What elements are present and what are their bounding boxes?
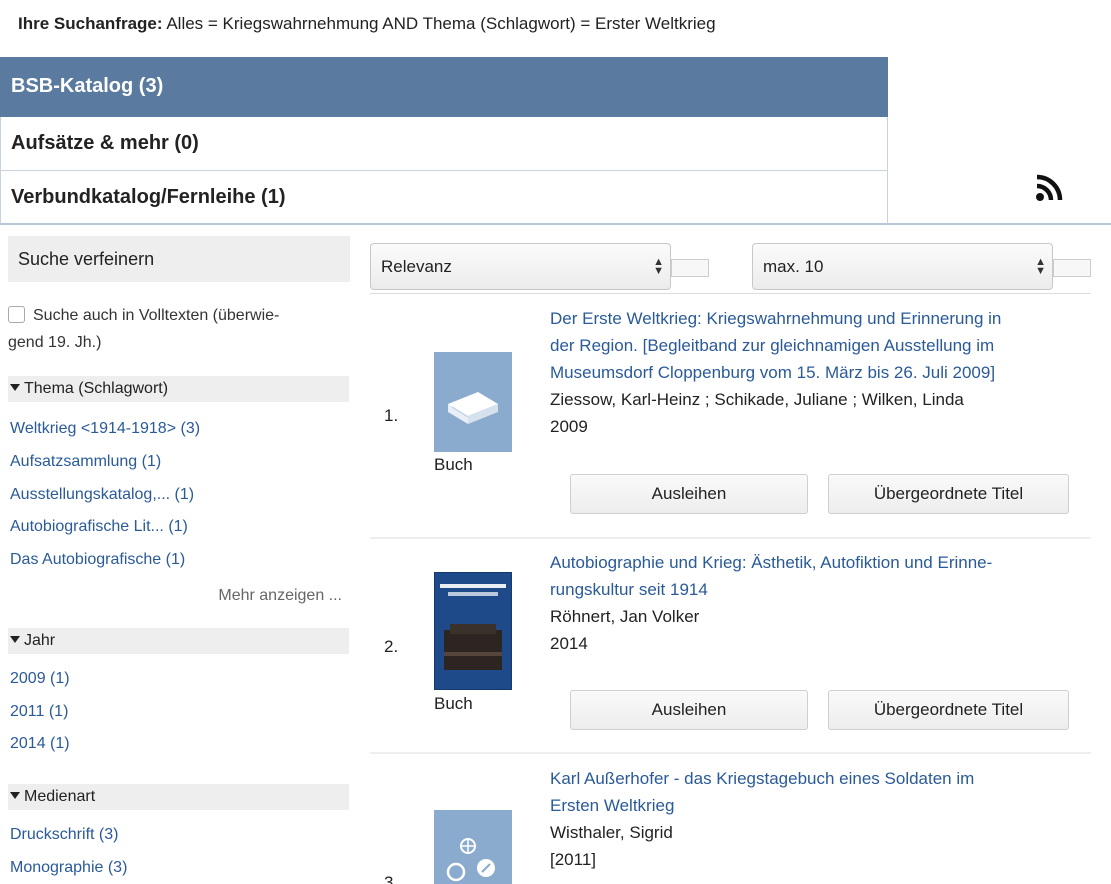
facet-item-2009[interactable]: 2009 (1) xyxy=(10,670,70,688)
max-results-select[interactable]: max. 10 ▲ ▼ xyxy=(752,243,1053,290)
sort-direction-toggle[interactable] xyxy=(671,259,709,277)
parent-titles-button[interactable]: Übergeordnete Titel xyxy=(828,474,1069,514)
book-cover-image[interactable] xyxy=(434,572,512,690)
facet-item-ausstellungskatalog[interactable]: Ausstellungskatalog,... (1) xyxy=(10,486,194,504)
title-line[interactable]: Der Erste Weltkrieg: Kriegswahrnehmung u… xyxy=(550,305,1085,332)
result-number: 2. xyxy=(384,637,399,656)
tab-aufsaetze[interactable]: Aufsätze & mehr (0) xyxy=(0,117,888,171)
controls-divider xyxy=(370,293,1091,294)
fulltext-label-2[interactable]: gend 19. Jh.) xyxy=(8,329,348,356)
facet-medienart-label: Medienart xyxy=(24,788,96,805)
tab-bsb-katalog[interactable]: BSB-Katalog (3) xyxy=(0,57,888,117)
result-item: 1. Buch Der Erste Weltkrieg: Kriegswahrn… xyxy=(370,305,1091,537)
result-divider xyxy=(370,537,1091,539)
facet-item-aufsatzsammlung[interactable]: Aufsatzsammlung (1) xyxy=(10,453,161,471)
catalog-tabs: BSB-Katalog (3) Aufsätze & mehr (0) Verb… xyxy=(0,57,888,225)
result-title-link[interactable]: Der Erste Weltkrieg: Kriegswahrnehmung u… xyxy=(550,305,1085,386)
result-type: Buch xyxy=(434,455,473,474)
sort-value: Relevanz xyxy=(381,256,452,276)
result-authors: Wisthaler, Sigrid xyxy=(550,823,673,842)
result-year: [2011] xyxy=(550,850,597,869)
title-line[interactable]: Ersten Weltkrieg xyxy=(550,792,1085,819)
result-divider xyxy=(370,752,1091,754)
facet-thema-header[interactable]: Thema (Schlagwort) xyxy=(8,376,349,402)
select-arrows-icon: ▲ ▼ xyxy=(653,256,664,277)
facet-medienart-header[interactable]: Medienart xyxy=(8,784,349,810)
parent-titles-button[interactable]: Übergeordnete Titel xyxy=(828,690,1069,730)
fulltext-label-1[interactable]: Suche auch in Volltexten (überwie- xyxy=(33,307,279,324)
facet-jahr-header[interactable]: Jahr xyxy=(8,628,349,654)
sort-select[interactable]: Relevanz ▲ ▼ xyxy=(370,243,671,290)
facet-item-autobiografische-lit[interactable]: Autobiografische Lit... (1) xyxy=(10,518,188,536)
tabs-divider xyxy=(0,223,1111,225)
query-text: Alles = Kriegswahrnehmung AND Thema (Sch… xyxy=(162,14,716,33)
book-icon[interactable] xyxy=(434,352,512,452)
triangle-down-icon xyxy=(10,384,20,391)
triangle-down-icon xyxy=(10,636,20,643)
result-year: 2014 xyxy=(550,634,588,653)
result-title-link[interactable]: Karl Außerhofer - das Kriegstagebuch ein… xyxy=(550,765,1085,819)
facet-item-2014[interactable]: 2014 (1) xyxy=(10,735,70,753)
facet-item-druckschrift[interactable]: Druckschrift (3) xyxy=(10,826,118,844)
online-resource-icon[interactable] xyxy=(434,810,512,884)
tab-verbundkatalog[interactable]: Verbundkatalog/Fernleihe (1) xyxy=(0,171,888,225)
fulltext-checkbox[interactable] xyxy=(8,306,25,323)
result-type: Buch xyxy=(434,694,473,713)
result-number: 1. xyxy=(384,406,399,425)
result-item: 3. Karl Außerhofer - das Kriegstagebuch … xyxy=(370,765,1091,884)
facet-item-monographie[interactable]: Monographie (3) xyxy=(10,859,127,877)
rss-feed-icon[interactable] xyxy=(1035,174,1067,202)
title-line[interactable]: Museumsdorf Cloppenburg vom 15. März bis… xyxy=(550,359,1085,386)
borrow-button[interactable]: Ausleihen xyxy=(570,474,808,514)
select-arrows-icon: ▲ ▼ xyxy=(1035,256,1046,277)
title-line[interactable]: Autobiographie und Krieg: Ästhetik, Auto… xyxy=(550,549,1085,576)
refine-sidebar: Suche verfeinern Suche auch in Volltexte… xyxy=(0,236,350,876)
facet-jahr-label: Jahr xyxy=(24,632,56,649)
title-line[interactable]: der Region. [Begleitband zur gleichnamig… xyxy=(550,332,1085,359)
search-query: Ihre Suchanfrage: Alles = Kriegswahrnehm… xyxy=(18,14,716,34)
triangle-down-icon xyxy=(10,792,20,799)
result-number: 3. xyxy=(384,873,399,884)
max-results-toggle[interactable] xyxy=(1053,259,1091,277)
facet-item-das-autobiografische[interactable]: Das Autobiografische (1) xyxy=(10,551,185,569)
fulltext-option: Suche auch in Volltexten (überwie- gend … xyxy=(8,302,348,356)
facet-thema-label: Thema (Schlagwort) xyxy=(24,380,169,397)
result-year: 2009 xyxy=(550,417,588,436)
refine-search-heading: Suche verfeinern xyxy=(8,236,350,282)
title-line[interactable]: Karl Außerhofer - das Kriegstagebuch ein… xyxy=(550,765,1085,792)
facet-item-2011[interactable]: 2011 (1) xyxy=(10,703,68,721)
max-results-value: max. 10 xyxy=(763,256,824,276)
result-item: 2. Buch Autobiographie und Krieg: Ästhet… xyxy=(370,549,1091,749)
borrow-button[interactable]: Ausleihen xyxy=(570,690,808,730)
show-more-link[interactable]: Mehr anzeigen ... xyxy=(218,587,342,605)
query-label: Ihre Suchanfrage: xyxy=(18,14,163,33)
title-line[interactable]: rungskultur seit 1914 xyxy=(550,576,1085,603)
facet-item-weltkrieg[interactable]: Weltkrieg <1914-1918> (3) xyxy=(10,420,200,438)
result-authors: Ziessow, Karl-Heinz ; Schikade, Juliane … xyxy=(550,390,964,409)
result-title-link[interactable]: Autobiographie und Krieg: Ästhetik, Auto… xyxy=(550,549,1085,603)
result-authors: Röhnert, Jan Volker xyxy=(550,607,700,626)
